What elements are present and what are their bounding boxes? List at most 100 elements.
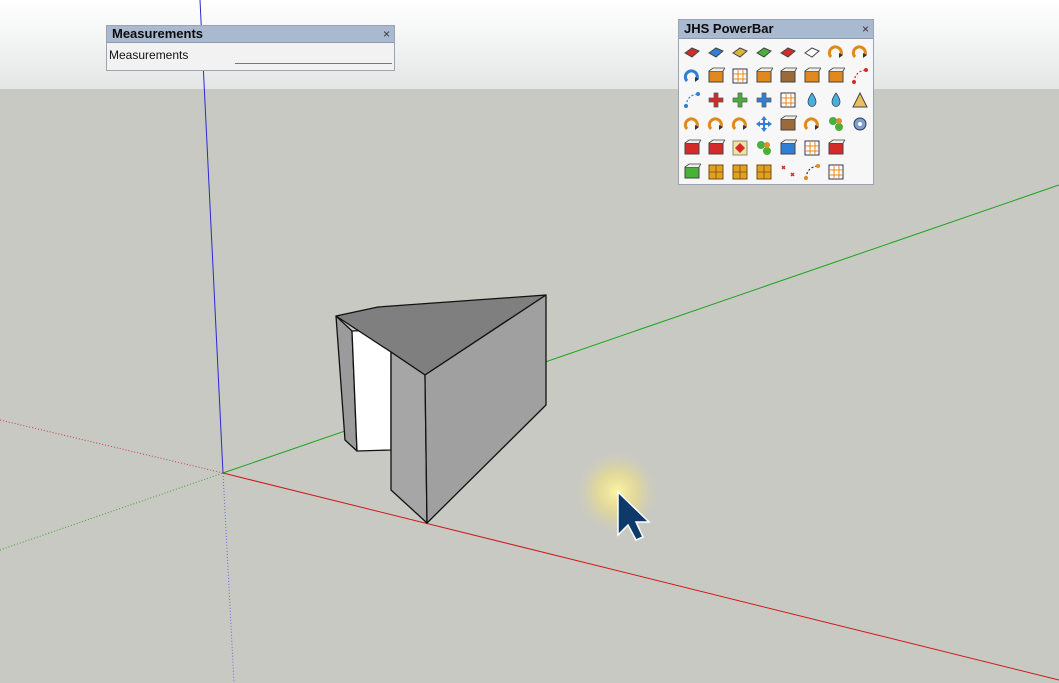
powerbar-tool-button[interactable] (706, 90, 726, 110)
tile-orange-quad-icon (732, 164, 748, 180)
powerbar-tool-button[interactable] (802, 162, 822, 182)
powerbar-tool-button[interactable] (826, 42, 846, 62)
panel-blue-icon (780, 139, 797, 155)
powerbar-tool-button[interactable] (826, 66, 846, 86)
powerbar-tool-button[interactable] (754, 114, 774, 134)
powerbar-tool-button[interactable] (754, 66, 774, 86)
rotate-split-icon (707, 117, 723, 131)
tent-icon (852, 91, 868, 108)
powerbar-title-bar[interactable]: JHS PowerBar × (679, 20, 873, 39)
face-outline-icon (804, 47, 820, 58)
face-red-icon (684, 47, 700, 58)
face-green-icon (756, 47, 772, 58)
red-diamond-icon (732, 140, 748, 156)
arc-dots-icon (804, 164, 820, 180)
flag-icon (756, 67, 773, 83)
square-corner-icon (708, 67, 725, 83)
powerbar-tool-button[interactable] (682, 42, 702, 62)
measurements-title: Measurements (112, 26, 204, 41)
powerbar-tool-button[interactable] (754, 42, 774, 62)
powerbar-tool-button[interactable] (730, 66, 750, 86)
powerbar-tool-button[interactable] (682, 114, 702, 134)
grid-dots-icon (780, 92, 796, 108)
measurements-row: Measurements (107, 43, 394, 69)
powerbar-tool-button[interactable] (706, 162, 726, 182)
powerbar-tool-button[interactable] (778, 162, 798, 182)
move-blue-icon (756, 116, 772, 132)
powerbar-tool-button[interactable] (802, 42, 822, 62)
drop-icon (807, 92, 817, 107)
measurements-panel: Measurements × Measurements (106, 25, 395, 71)
face-blue-icon (708, 47, 724, 58)
powerbar-tool-button[interactable] (730, 90, 750, 110)
gear-blue-icon (853, 117, 867, 131)
powerbar-tool-button[interactable] (826, 138, 846, 158)
powerbar-tool-button[interactable] (826, 114, 846, 134)
measurements-close-icon[interactable]: × (383, 26, 390, 42)
powerbar-tool-button[interactable] (754, 162, 774, 182)
measurements-title-bar[interactable]: Measurements × (107, 26, 394, 43)
box-red-icon (684, 139, 701, 155)
powerbar-tool-button[interactable] (850, 90, 870, 110)
jhs-powerbar-panel: JHS PowerBar × (678, 19, 874, 185)
cross-red-icon (708, 92, 724, 108)
bend-blue-icon (683, 69, 699, 83)
powerbar-tool-button[interactable] (778, 66, 798, 86)
cross-blue-icon (756, 92, 772, 108)
grid-panel-icon (804, 140, 820, 156)
powerbar-tool-button[interactable] (850, 66, 870, 86)
powerbar-close-icon[interactable]: × (862, 20, 869, 38)
tile-orange-icon (708, 164, 724, 180)
powerbar-tool-button[interactable] (730, 114, 750, 134)
model-viewport[interactable] (0, 0, 1059, 683)
measurements-label: Measurements (109, 48, 189, 62)
powerbar-tool-button[interactable] (802, 90, 822, 110)
powerbar-tool-button[interactable] (754, 138, 774, 158)
scatter-red-icon (781, 165, 795, 177)
powerbar-tool-button[interactable] (730, 42, 750, 62)
sweep-icon (828, 67, 845, 83)
powerbar-tool-button[interactable] (826, 90, 846, 110)
powerbar-tool-button[interactable] (706, 42, 726, 62)
pipe-icon (804, 67, 821, 83)
powerbar-tool-button[interactable] (778, 42, 798, 62)
window-red-icon (828, 139, 845, 155)
powerbar-tool-button[interactable] (706, 138, 726, 158)
powerbar-tool-button[interactable] (730, 162, 750, 182)
rotate-multi-icon (731, 117, 747, 131)
wood-block-icon (780, 67, 797, 83)
face-red-grid-icon (780, 47, 796, 58)
cross-green-icon (732, 92, 748, 108)
green-cluster-icon (757, 141, 771, 155)
component-grid-icon (828, 164, 844, 180)
powerbar-tool-button[interactable] (826, 162, 846, 182)
powerbar-tool-button[interactable] (754, 90, 774, 110)
box-red-alt-icon (708, 139, 725, 155)
powerbar-tool-button[interactable] (682, 90, 702, 110)
powerbar-tool-button[interactable] (850, 114, 870, 134)
powerbar-tool-button[interactable] (706, 66, 726, 86)
bend-orange-icon (827, 45, 843, 59)
dot-curve-red-icon (852, 68, 868, 84)
powerbar-tool-button[interactable] (802, 114, 822, 134)
powerbar-tool-button[interactable] (802, 66, 822, 86)
powerbar-title: JHS PowerBar (684, 21, 774, 36)
sheet-green-icon (684, 163, 701, 179)
dot-curve-blue-icon (684, 92, 700, 108)
powerbar-tool-button[interactable] (850, 42, 870, 62)
stripes-icon (732, 68, 748, 84)
powerbar-tool-button[interactable] (778, 114, 798, 134)
powerbar-tool-button[interactable] (778, 138, 798, 158)
measurements-input[interactable] (235, 48, 392, 64)
box-wood-icon (780, 115, 797, 131)
powerbar-tool-button[interactable] (778, 90, 798, 110)
powerbar-tool-button[interactable] (682, 138, 702, 158)
bend-orange-alt-icon (851, 45, 867, 59)
drop-alt-icon (831, 92, 841, 107)
powerbar-tool-button[interactable] (682, 66, 702, 86)
powerbar-tool-button[interactable] (682, 162, 702, 182)
powerbar-tool-button[interactable] (706, 114, 726, 134)
powerbar-tool-button[interactable] (730, 138, 750, 158)
powerbar-tool-button[interactable] (802, 138, 822, 158)
face-yellow-icon (732, 47, 748, 58)
